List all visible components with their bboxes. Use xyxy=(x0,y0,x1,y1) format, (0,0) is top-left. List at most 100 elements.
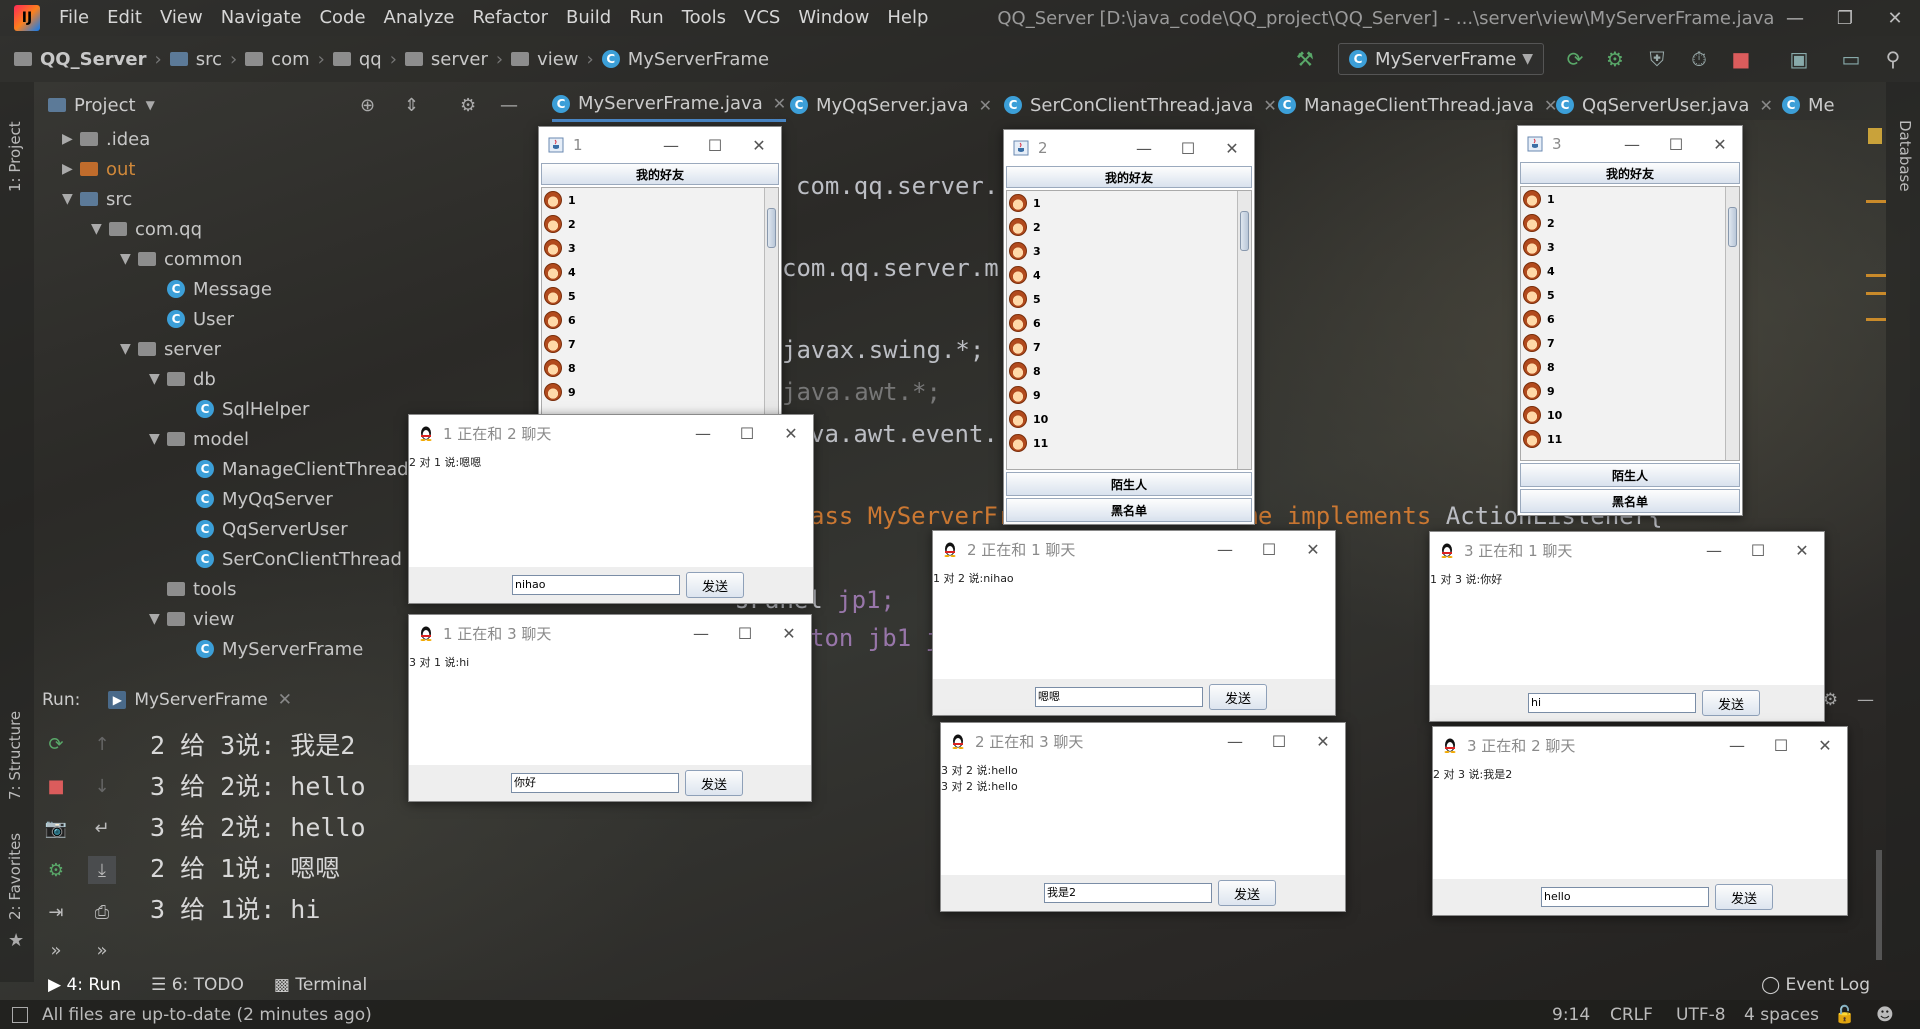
friend-list-scrollbar[interactable] xyxy=(764,188,778,420)
favorites-tool-tab[interactable]: 2: Favorites xyxy=(6,833,24,920)
chat-message-input[interactable]: hi xyxy=(1528,693,1696,713)
friend-item[interactable]: 3 xyxy=(1521,235,1739,259)
window-title-bar[interactable]: 3 — ☐ ✕ xyxy=(1518,126,1742,162)
close-icon[interactable]: ✕ xyxy=(1291,531,1335,567)
close-icon[interactable]: ✕ xyxy=(1698,126,1742,162)
minimize-icon[interactable]: — xyxy=(1122,130,1166,166)
friend-item[interactable]: 4 xyxy=(542,260,778,284)
tab-manageclientthread[interactable]: C ManageClientThread.java ✕ xyxy=(1278,88,1557,122)
friend-item[interactable]: 1 xyxy=(1521,187,1739,211)
window-title-bar[interactable]: 1 正在和 3 聊天 — ☐ ✕ xyxy=(409,615,811,651)
chevron-down-icon[interactable]: ▼ xyxy=(149,431,167,447)
stop-icon[interactable]: ■ xyxy=(1728,46,1754,72)
menu-view[interactable]: View xyxy=(151,0,212,36)
more-icon[interactable]: » xyxy=(88,936,116,964)
my-friends-header[interactable]: 我的好友 xyxy=(541,163,779,185)
chevron-down-icon[interactable]: ▼ xyxy=(120,341,138,357)
search-icon[interactable]: ⚲ xyxy=(1880,46,1906,72)
event-log-tab[interactable]: ◯ Event Log xyxy=(1761,975,1870,995)
menu-tools[interactable]: Tools xyxy=(673,0,735,36)
menu-analyze[interactable]: Analyze xyxy=(375,0,464,36)
friend-item[interactable]: 6 xyxy=(1007,311,1251,335)
chevron-right-icon[interactable]: ▶ xyxy=(62,131,80,147)
chat-window[interactable]: 2 正在和 1 聊天 — ☐ ✕ 1 对 2 说:nihao 嗯嗯 发送 xyxy=(932,530,1336,716)
chat-window[interactable]: 3 正在和 1 聊天 — ☐ ✕ 1 对 3 说:你好 hi 发送 xyxy=(1429,531,1825,722)
minimize-icon[interactable]: — xyxy=(1770,0,1820,36)
window-title-bar[interactable]: 2 正在和 1 聊天 — ☐ ✕ xyxy=(933,531,1335,567)
chat-message-area[interactable]: 1 对 3 说:你好 xyxy=(1430,572,1824,687)
blacklist-button[interactable]: 黑名单 xyxy=(1520,489,1740,513)
debug-icon[interactable]: ⚙ xyxy=(42,856,70,884)
tree-item[interactable]: ▼ common xyxy=(120,244,242,274)
friend-item[interactable]: 2 xyxy=(542,212,778,236)
friend-item[interactable]: 4 xyxy=(1007,263,1251,287)
close-icon[interactable]: ✕ xyxy=(1780,532,1824,568)
friend-item[interactable]: 2 xyxy=(1007,215,1251,239)
menu-navigate[interactable]: Navigate xyxy=(212,0,311,36)
chat-message-input[interactable]: nihao xyxy=(512,575,680,595)
camera-icon[interactable]: 📷 xyxy=(42,814,70,842)
breadcrumb-src[interactable]: src › xyxy=(169,49,245,70)
file-encoding[interactable]: UTF-8 xyxy=(1676,1005,1726,1025)
send-button[interactable]: 发送 xyxy=(685,770,743,796)
chat-window[interactable]: 2 正在和 3 聊天 — ☐ ✕ 3 对 2 说:hello 3 对 2 说:hello… xyxy=(940,722,1346,912)
indent-setting[interactable]: 4 spaces xyxy=(1744,1005,1819,1025)
tab-qqserveruser[interactable]: C QqServerUser.java ✕ xyxy=(1556,88,1773,122)
line-separator[interactable]: CRLF xyxy=(1610,1005,1653,1025)
send-button[interactable]: 发送 xyxy=(1209,684,1267,710)
chat-message-area[interactable]: 2 对 1 说:嗯嗯 xyxy=(409,455,813,569)
minimize-icon[interactable]: — xyxy=(1692,532,1736,568)
chat-message-area[interactable]: 3 对 2 说:hello 3 对 2 说:hello xyxy=(941,763,1345,877)
chevron-down-icon[interactable]: ▼ xyxy=(120,251,138,267)
breadcrumb-view[interactable]: view › xyxy=(511,49,602,70)
tree-item[interactable]: C SerConClientThread xyxy=(178,544,402,574)
more-icon[interactable]: » xyxy=(42,936,70,964)
maximize-icon[interactable]: ☐ xyxy=(723,615,767,651)
friend-list-scrollbar[interactable] xyxy=(1725,187,1739,460)
tree-item[interactable]: C Message xyxy=(149,274,272,304)
friend-item[interactable]: 5 xyxy=(542,284,778,308)
error-stripe-marker[interactable] xyxy=(1866,200,1886,203)
project-panel-title[interactable]: Project xyxy=(74,95,136,116)
window-title-bar[interactable]: 2 — ☐ ✕ xyxy=(1004,130,1254,166)
run-tool-tab[interactable]: ▶ 4: Run xyxy=(48,975,121,995)
down-arrow-icon[interactable]: ↓ xyxy=(88,772,116,800)
maximize-icon[interactable]: ☐ xyxy=(1257,723,1301,759)
friend-item[interactable]: 5 xyxy=(1007,287,1251,311)
menu-vcs[interactable]: VCS xyxy=(735,0,789,36)
console-scrollbar[interactable] xyxy=(1876,850,1882,960)
close-icon[interactable]: ✕ xyxy=(769,415,813,451)
scrollbar-thumb[interactable] xyxy=(1240,211,1249,251)
debug-bug-icon[interactable]: ⚙ xyxy=(1602,46,1628,72)
friend-list-scrollbar[interactable] xyxy=(1237,191,1251,469)
tree-item[interactable]: ▶ out xyxy=(62,154,135,184)
friend-item[interactable]: 7 xyxy=(1521,331,1739,355)
tree-item[interactable]: ▼ com.qq xyxy=(91,214,202,244)
maximize-icon[interactable]: ☐ xyxy=(1654,126,1698,162)
window-title-bar[interactable]: 1 正在和 2 聊天 — ☐ ✕ xyxy=(409,415,813,451)
chat-window[interactable]: 1 正在和 3 聊天 — ☐ ✕ 3 对 1 说:hi 你好 发送 xyxy=(408,614,812,802)
menu-window[interactable]: Window xyxy=(789,0,878,36)
error-stripe-marker[interactable] xyxy=(1866,274,1886,277)
locate-icon[interactable]: ⊕ xyxy=(360,95,375,116)
scrollbar-thumb[interactable] xyxy=(1728,207,1737,247)
caret-position[interactable]: 9:14 xyxy=(1552,1005,1590,1025)
maximize-icon[interactable]: ☐ xyxy=(1247,531,1291,567)
friend-list-window[interactable]: 3 — ☐ ✕ 我的好友 1 2 3 4 5 6 7 8 9 10 11 陌生人 黑名单 xyxy=(1517,125,1743,516)
tree-item[interactable]: tools xyxy=(149,574,236,604)
friend-item[interactable]: 9 xyxy=(542,380,778,404)
menu-file[interactable]: File xyxy=(50,0,98,36)
menu-build[interactable]: Build xyxy=(557,0,620,36)
close-icon[interactable]: ✕ xyxy=(278,690,292,710)
terminal-window-icon[interactable]: ▭ xyxy=(1838,46,1864,72)
minimize-icon[interactable]: — xyxy=(681,415,725,451)
chat-message-input[interactable]: 我是2 xyxy=(1044,883,1212,903)
minimize-icon[interactable]: — xyxy=(1213,723,1257,759)
friend-item[interactable]: 10 xyxy=(1007,407,1251,431)
chat-window[interactable]: 3 正在和 2 聊天 — ☐ ✕ 2 对 3 说:我是2 hello 发送 xyxy=(1432,726,1848,916)
friend-item[interactable]: 4 xyxy=(1521,259,1739,283)
tree-item[interactable]: C SqlHelper xyxy=(178,394,309,424)
chevron-down-icon[interactable]: ▼ xyxy=(62,191,80,207)
collapse-all-icon[interactable]: ⇕ xyxy=(404,95,419,116)
run-tab-label[interactable]: MyServerFrame xyxy=(134,690,267,710)
